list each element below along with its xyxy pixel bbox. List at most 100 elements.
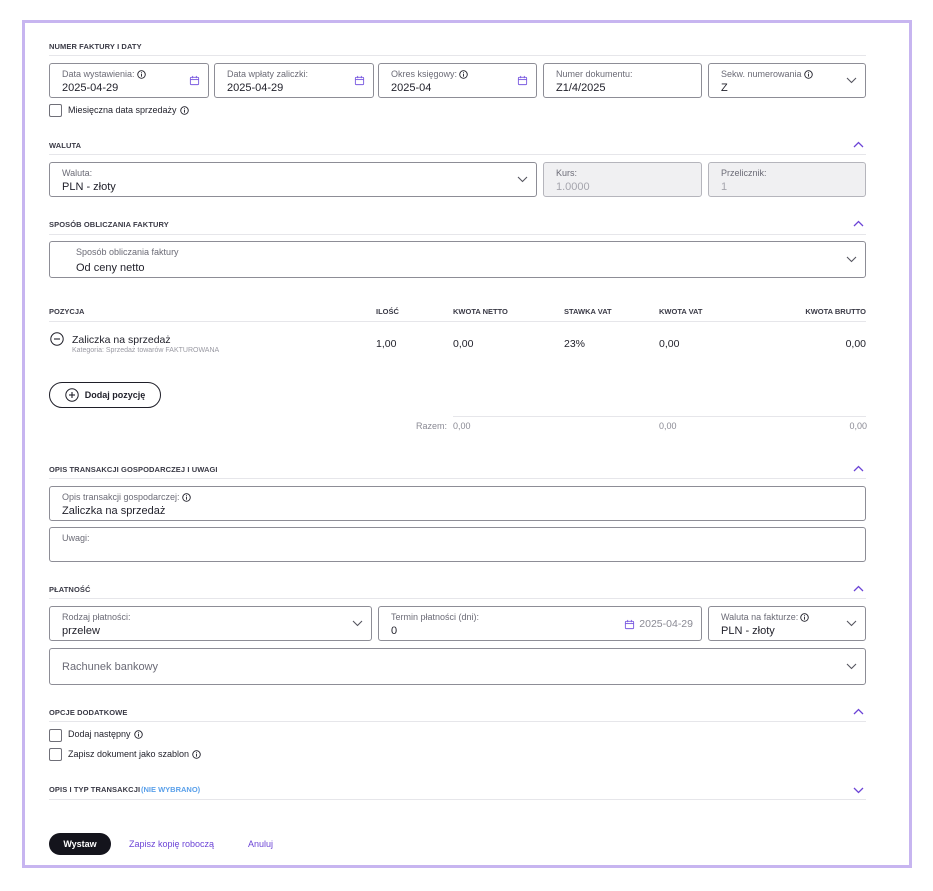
table-header-divider xyxy=(49,321,866,322)
chevron-up-icon[interactable] xyxy=(852,706,864,716)
calendar-icon[interactable] xyxy=(624,619,635,630)
notes-field[interactable]: Uwagi: xyxy=(49,527,866,562)
chevron-up-icon[interactable] xyxy=(852,463,864,473)
info-icon[interactable] xyxy=(179,105,189,115)
issue-date-field[interactable]: Data wystawienia: 2025-04-29 xyxy=(49,63,209,98)
calendar-icon[interactable] xyxy=(188,75,200,87)
accounting-period-label: Okres księgowy: xyxy=(391,69,458,79)
converter-label: Przelicznik: xyxy=(721,168,767,178)
document-number-field[interactable]: Numer dokumentu: Z1/4/2025 xyxy=(543,63,702,98)
chevron-down-icon[interactable] xyxy=(845,75,857,87)
payment-type-value: przelew xyxy=(62,625,100,637)
column-header-vat: KWOTA VAT xyxy=(659,307,703,316)
section-divider xyxy=(49,154,866,155)
payment-term-field[interactable]: Termin płatności (dni): 0 2025-04-29 xyxy=(378,606,702,641)
invoice-currency-select[interactable]: Waluta na fakturze: PLN - złoty xyxy=(708,606,866,641)
info-icon[interactable] xyxy=(459,69,468,79)
add-item-button[interactable]: Dodaj pozycję xyxy=(49,382,161,408)
invoice-currency-value: PLN - złoty xyxy=(721,625,775,637)
currency-label: Waluta: xyxy=(62,168,93,178)
section-title-description: OPIS TRANSAKCJI GOSPODARCZEJ I UWAGI xyxy=(49,465,218,474)
payment-type-label: Rodzaj płatności: xyxy=(62,612,131,622)
column-header-quantity: ILOŚĆ xyxy=(376,307,399,316)
calculation-method-label: Sposób obliczania faktury xyxy=(76,247,179,257)
notes-label: Uwagi: xyxy=(62,533,90,543)
column-header-net: KWOTA NETTO xyxy=(453,307,508,316)
invoice-form-frame xyxy=(22,20,912,868)
numbering-sequence-select[interactable]: Sekw. numerowania Z xyxy=(708,63,866,98)
calendar-icon[interactable] xyxy=(353,75,365,87)
section-title-numbering: NUMER FAKTURY I DATY xyxy=(49,42,142,51)
invoice-currency-label: Waluta na fakturze: xyxy=(721,612,799,622)
totals-gross: 0,00 xyxy=(849,421,867,431)
column-header-position: POZYCJA xyxy=(49,307,85,316)
advance-date-field[interactable]: Data wpłaty zaliczki: 2025-04-29 xyxy=(214,63,374,98)
advance-date-value: 2025-04-29 xyxy=(227,82,284,94)
payment-due-date: 2025-04-29 xyxy=(639,618,693,630)
bank-account-select[interactable]: Rachunek bankowy xyxy=(49,648,866,685)
chevron-up-icon[interactable] xyxy=(852,139,864,149)
exchange-rate-label: Kurs: xyxy=(556,168,578,178)
issue-button[interactable]: Wystaw xyxy=(49,833,111,855)
totals-net: 0,00 xyxy=(453,421,471,431)
currency-value: PLN - złoty xyxy=(62,181,116,193)
section-divider xyxy=(49,478,866,479)
issue-date-value: 2025-04-29 xyxy=(62,82,119,94)
section-title-currency: WALUTA xyxy=(49,141,82,150)
save-template-checkbox[interactable] xyxy=(49,748,62,761)
info-icon[interactable] xyxy=(803,69,813,79)
section-divider xyxy=(49,55,866,56)
calculation-method-select[interactable]: Sposób obliczania faktury Od ceny netto xyxy=(49,241,866,278)
info-icon[interactable] xyxy=(181,492,191,502)
add-next-label: Dodaj następny xyxy=(68,729,131,739)
converter-value: 1 xyxy=(721,181,728,193)
item-gross[interactable]: 0,00 xyxy=(846,338,866,350)
chevron-down-icon[interactable] xyxy=(351,618,363,630)
document-number-value: Z1/4/2025 xyxy=(556,82,606,94)
totals-vat: 0,00 xyxy=(659,421,677,431)
currency-select[interactable]: Waluta: PLN - złoty xyxy=(49,162,537,197)
item-category: Kategoria: Sprzedaż towarów FAKTUROWANA xyxy=(72,347,220,354)
monthly-sale-date-checkbox[interactable] xyxy=(49,104,62,117)
chevron-down-icon[interactable] xyxy=(845,254,857,266)
section-title-calculation: SPOSÓB OBLICZANIA FAKTURY xyxy=(49,220,169,229)
section-divider xyxy=(49,721,866,722)
transaction-description-field[interactable]: Opis transakcji gospodarczej: Zaliczka n… xyxy=(49,486,866,521)
item-name[interactable]: Zaliczka na sprzedaż xyxy=(72,334,171,346)
transaction-description-label: Opis transakcji gospodarczej: xyxy=(62,492,180,502)
section-divider xyxy=(49,799,866,800)
payment-type-select[interactable]: Rodzaj płatności: przelew xyxy=(49,606,372,641)
item-vat-rate[interactable]: 23% xyxy=(564,338,585,350)
save-draft-link[interactable]: Zapisz kopię roboczą xyxy=(129,839,214,849)
info-icon[interactable] xyxy=(192,749,201,759)
chevron-down-icon[interactable] xyxy=(845,661,857,673)
info-icon[interactable] xyxy=(133,729,143,739)
monthly-sale-date-label: Miesięczna data sprzedaży xyxy=(68,105,177,115)
column-header-vat-rate: STAWKA VAT xyxy=(564,307,612,316)
item-quantity[interactable]: 1,00 xyxy=(376,338,396,350)
payment-term-label: Termin płatności (dni): xyxy=(391,612,480,622)
accounting-period-field[interactable]: Okres księgowy: 2025-04 xyxy=(378,63,537,98)
chevron-down-icon[interactable] xyxy=(845,618,857,630)
payment-term-value: 0 xyxy=(391,625,398,637)
totals-divider xyxy=(453,416,866,417)
item-net[interactable]: 0,00 xyxy=(453,338,473,350)
chevron-up-icon[interactable] xyxy=(852,218,864,228)
section-title-transaction-type[interactable]: OPIS I TYP TRANSAKCJI xyxy=(49,785,140,794)
add-next-checkbox[interactable] xyxy=(49,729,62,742)
document-number-label: Numer dokumentu: xyxy=(556,69,633,79)
info-icon[interactable] xyxy=(800,612,809,622)
chevron-down-icon[interactable] xyxy=(852,785,864,795)
calendar-icon[interactable] xyxy=(516,75,528,87)
transaction-type-status: (NIE WYBRANO) xyxy=(141,785,201,794)
section-title-options: OPCJE DODATKOWE xyxy=(49,708,128,717)
chevron-up-icon[interactable] xyxy=(852,583,864,593)
cancel-link[interactable]: Anuluj xyxy=(248,839,273,849)
remove-item-icon[interactable] xyxy=(50,332,64,346)
chevron-down-icon[interactable] xyxy=(516,174,528,186)
exchange-rate-field: Kurs: 1.0000 xyxy=(543,162,702,197)
info-icon[interactable] xyxy=(136,69,146,79)
issue-date-label: Data wystawienia: xyxy=(62,69,135,79)
item-vat: 0,00 xyxy=(659,338,680,350)
bank-account-placeholder: Rachunek bankowy xyxy=(62,660,159,673)
